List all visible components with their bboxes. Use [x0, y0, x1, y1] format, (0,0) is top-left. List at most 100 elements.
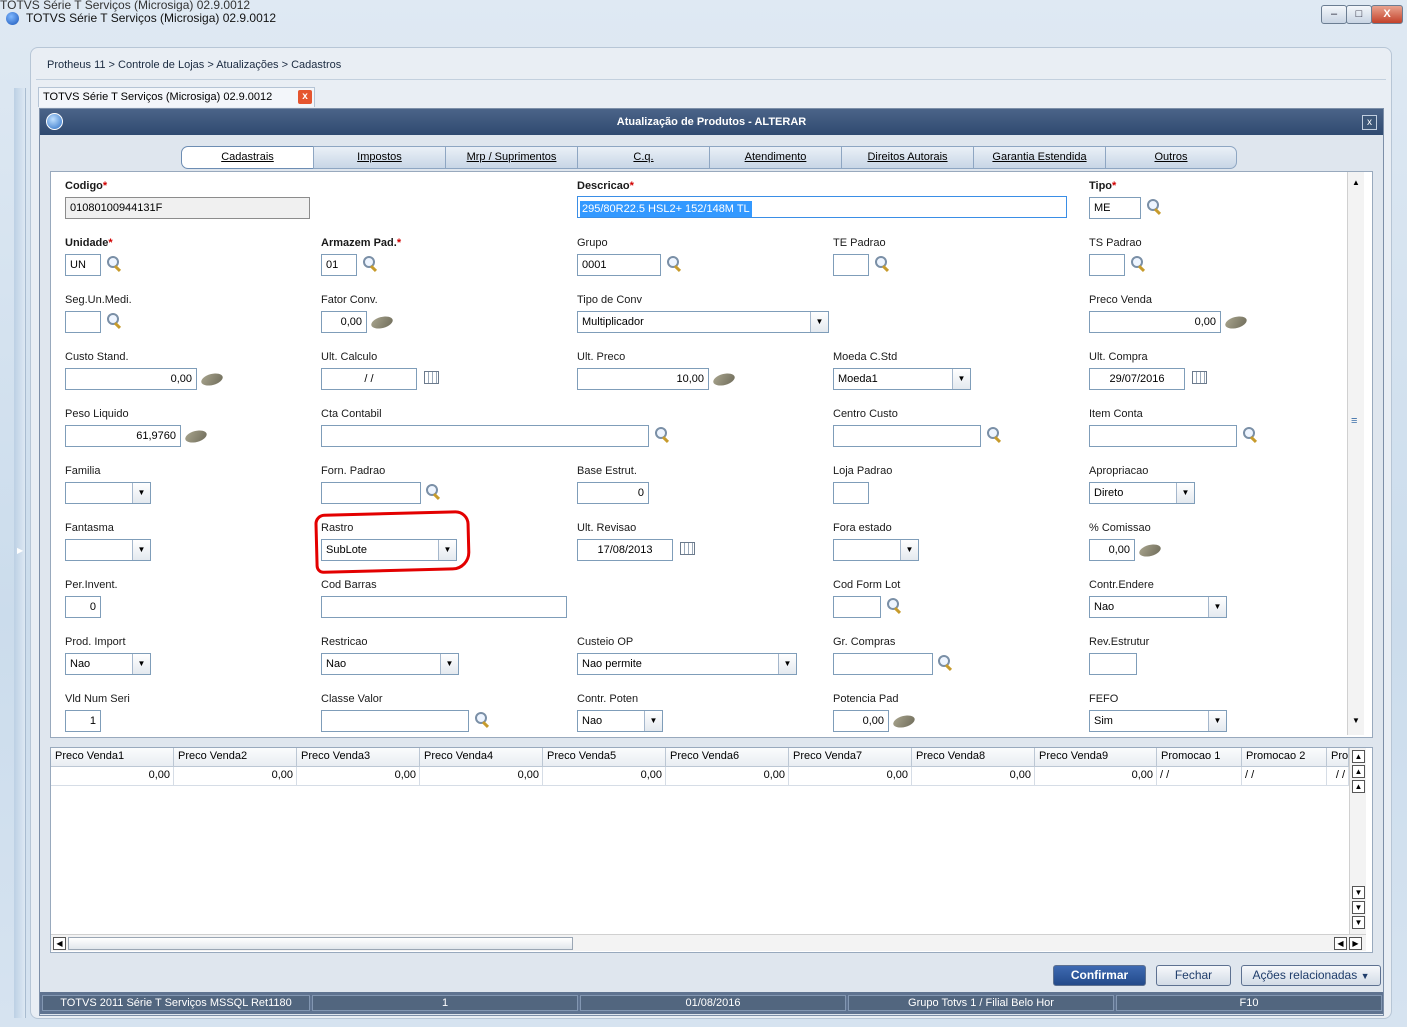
classe-valor-field[interactable] [321, 710, 469, 732]
descricao-field[interactable]: 295/80R22.5 HSL2+ 152/148M TL [577, 196, 1067, 218]
scroll-down-icon[interactable]: ▼ [1352, 716, 1360, 725]
tab-mrp-suprimentos[interactable]: Mrp / Suprimentos [445, 146, 578, 169]
grid-vertical-scrollbar[interactable]: ▲ ▲ ▲ ▼ ▼ ▼ [1349, 748, 1366, 934]
scroll-page-down-icon[interactable]: ▼ [1352, 901, 1365, 914]
grupo-field[interactable]: 0001 [577, 254, 661, 276]
close-window-button[interactable]: X [1371, 5, 1403, 24]
grid-cell[interactable]: 0,00 [420, 767, 543, 785]
search-form-lot-icon[interactable] [886, 598, 902, 614]
grid-cell[interactable]: 0,00 [1035, 767, 1157, 785]
tab-atendimento[interactable]: Atendimento [709, 146, 842, 169]
grid-cell[interactable]: / / [1327, 767, 1349, 785]
scroll-first-icon[interactable]: ▲ [1352, 750, 1365, 763]
fora-estado-select[interactable]: ▼ [833, 539, 919, 561]
search-classe-icon[interactable] [474, 712, 490, 728]
fantasma-select[interactable]: ▼ [65, 539, 151, 561]
scroll-grip-icon[interactable]: ≡ [1351, 415, 1357, 427]
rev-estrutur-field[interactable] [1089, 653, 1137, 675]
calendar-icon[interactable] [424, 371, 439, 384]
side-panel-toggle[interactable]: ▶ [14, 88, 26, 1018]
scroll-page-up-icon[interactable]: ▲ [1352, 765, 1365, 778]
search-ts-icon[interactable] [1130, 256, 1146, 272]
per-invent-field[interactable]: 0 [65, 596, 101, 618]
calculator-icon[interactable] [369, 314, 395, 331]
calculator-icon[interactable] [711, 371, 737, 388]
search-centro-icon[interactable] [986, 427, 1002, 443]
grid-header[interactable]: Pro [1327, 748, 1349, 767]
centro-custo-field[interactable] [833, 425, 981, 447]
confirm-button[interactable]: Confirmar [1053, 965, 1146, 986]
close-tab-icon[interactable]: x [298, 90, 312, 104]
custo-stand-field[interactable]: 0,00 [65, 368, 197, 390]
search-seg-un-icon[interactable] [106, 313, 122, 329]
loja-padrao-field[interactable] [833, 482, 869, 504]
grid-header[interactable]: Preco Venda4 [420, 748, 543, 767]
grid-cell[interactable]: / / [1242, 767, 1327, 785]
calculator-icon[interactable] [891, 713, 917, 730]
calculator-icon[interactable] [1137, 542, 1163, 559]
grid-header[interactable]: Preco Venda3 [297, 748, 420, 767]
scroll-left-end-icon[interactable]: ◀ [1334, 937, 1347, 950]
calculator-icon[interactable] [1223, 314, 1249, 331]
fator-conv-field[interactable]: 0,00 [321, 311, 367, 333]
tipo-conv-select[interactable]: Multiplicador ▼ [577, 311, 829, 333]
grid-header[interactable]: Promocao 2 [1242, 748, 1327, 767]
ult-preco-field[interactable]: 10,00 [577, 368, 709, 390]
calculator-icon[interactable] [199, 371, 225, 388]
grid-header[interactable]: Promocao 1 [1157, 748, 1242, 767]
grid-header[interactable]: Preco Venda7 [789, 748, 912, 767]
grid-header[interactable]: Preco Venda9 [1035, 748, 1157, 767]
grid-header[interactable]: Preco Venda8 [912, 748, 1035, 767]
cta-contabil-field[interactable] [321, 425, 649, 447]
tab-impostos[interactable]: Impostos [313, 146, 446, 169]
fefo-select[interactable]: Sim ▼ [1089, 710, 1227, 732]
seg-un-field[interactable] [65, 311, 101, 333]
calendar-icon[interactable] [1192, 371, 1207, 384]
search-tipo-icon[interactable] [1146, 199, 1162, 215]
custeio-op-select[interactable]: Nao permite ▼ [577, 653, 797, 675]
gr-compras-field[interactable] [833, 653, 933, 675]
search-unidade-icon[interactable] [106, 256, 122, 272]
search-armazem-icon[interactable] [362, 256, 378, 272]
contr-poten-select[interactable]: Nao ▼ [577, 710, 663, 732]
scroll-right-icon[interactable]: ▶ [1349, 937, 1362, 950]
armazem-field[interactable]: 01 [321, 254, 357, 276]
ult-revisao-field[interactable]: 17/08/2013 [577, 539, 673, 561]
grid-header[interactable]: Preco Venda5 [543, 748, 666, 767]
moeda-select[interactable]: Moeda1 ▼ [833, 368, 971, 390]
scroll-last-icon[interactable]: ▼ [1352, 916, 1365, 929]
scroll-up-icon[interactable]: ▲ [1352, 780, 1365, 793]
minimize-button[interactable]: – [1321, 5, 1347, 24]
base-estrut-field[interactable]: 0 [577, 482, 649, 504]
grid-cell[interactable]: 0,00 [174, 767, 297, 785]
search-item-conta-icon[interactable] [1242, 427, 1258, 443]
search-gr-compras-icon[interactable] [937, 655, 953, 671]
tipo-field[interactable]: ME [1089, 197, 1141, 219]
related-actions-button[interactable]: Ações relacionadas ▼ [1241, 965, 1381, 986]
document-tab[interactable]: TOTVS Série T Serviços (Microsiga) 02.9.… [38, 87, 315, 107]
search-forn-icon[interactable] [425, 484, 441, 500]
familia-select[interactable]: ▼ [65, 482, 151, 504]
close-button[interactable]: Fechar [1156, 965, 1231, 986]
restricao-select[interactable]: Nao ▼ [321, 653, 459, 675]
grid-cell[interactable]: 0,00 [297, 767, 420, 785]
cod-barras-field[interactable] [321, 596, 567, 618]
scroll-left-icon[interactable]: ◀ [53, 937, 66, 950]
calendar-icon[interactable] [680, 542, 695, 555]
unidade-field[interactable]: UN [65, 254, 101, 276]
vld-num-seri-field[interactable]: 1 [65, 710, 101, 732]
tab-direitos-autorais[interactable]: Direitos Autorais [841, 146, 974, 169]
grid-header[interactable]: Preco Venda1 [51, 748, 174, 767]
search-cta-icon[interactable] [654, 427, 670, 443]
grid-header[interactable]: Preco Venda6 [666, 748, 789, 767]
codigo-field[interactable]: 01080100944131F [65, 197, 310, 219]
forn-padrao-field[interactable] [321, 482, 421, 504]
ult-calculo-field[interactable]: / / [321, 368, 417, 390]
ult-compra-field[interactable]: 29/07/2016 [1089, 368, 1185, 390]
peso-liquido-field[interactable]: 61,9760 [65, 425, 181, 447]
grid-cell[interactable]: 0,00 [51, 767, 174, 785]
search-grupo-icon[interactable] [666, 256, 682, 272]
ts-padrao-field[interactable] [1089, 254, 1125, 276]
grid-cell[interactable]: 0,00 [543, 767, 666, 785]
close-dialog-icon[interactable]: x [1362, 115, 1377, 130]
